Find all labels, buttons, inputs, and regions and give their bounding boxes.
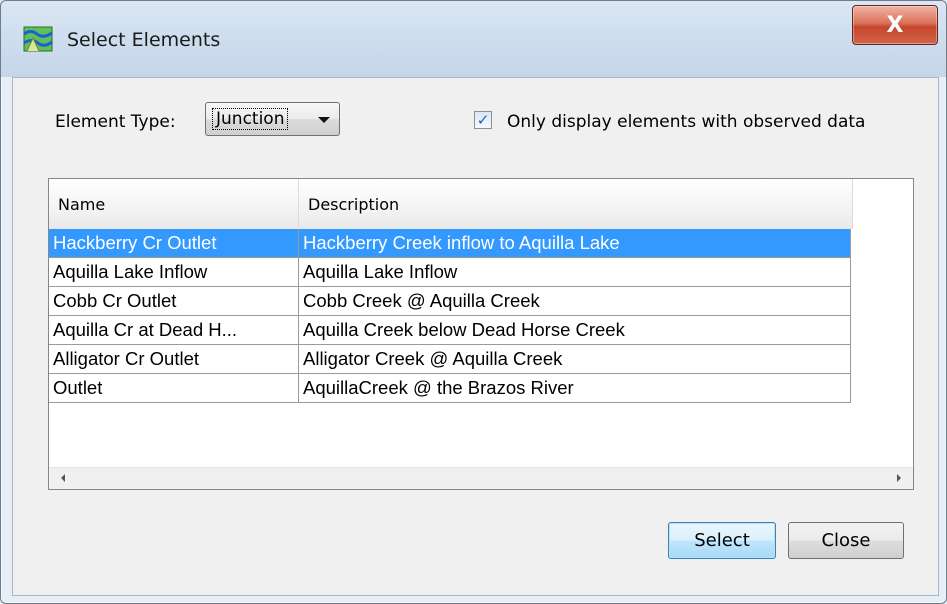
- element-type-label: Element Type:: [55, 112, 176, 132]
- scroll-left-icon[interactable]: [61, 474, 65, 482]
- element-type-value: Junction: [211, 108, 289, 130]
- row-name: Aquilla Cr at Dead H...: [49, 316, 299, 344]
- close-button[interactable]: Close: [788, 522, 904, 559]
- title-bar[interactable]: Select Elements X: [1, 1, 946, 77]
- row-name: Hackberry Cr Outlet: [49, 229, 299, 257]
- table-row[interactable]: Hackberry Cr Outlet Hackberry Creek infl…: [49, 229, 851, 258]
- table-row[interactable]: Cobb Cr Outlet Cobb Creek @ Aquilla Cree…: [49, 287, 851, 316]
- table-header: Name Description: [49, 179, 853, 229]
- select-elements-dialog: Select Elements X Element Type: Junction…: [0, 0, 947, 604]
- row-description: AquillaCreek @ the Brazos River: [299, 374, 851, 402]
- row-description: Alligator Creek @ Aquilla Creek: [299, 345, 851, 373]
- row-description: Hackberry Creek inflow to Aquilla Lake: [299, 229, 851, 257]
- observed-data-label[interactable]: Only display elements with observed data: [507, 112, 865, 132]
- window-close-button[interactable]: X: [852, 5, 938, 45]
- table-row[interactable]: Aquilla Cr at Dead H... Aquilla Creek be…: [49, 316, 851, 345]
- row-name: Cobb Cr Outlet: [49, 287, 299, 315]
- element-type-dropdown[interactable]: Junction: [205, 102, 340, 136]
- map-icon: [23, 26, 53, 52]
- window-title: Select Elements: [67, 29, 221, 51]
- column-header-description[interactable]: Description: [299, 179, 853, 229]
- dialog-body: Element Type: Junction ✓ Only display el…: [12, 77, 939, 596]
- row-description: Aquilla Lake Inflow: [299, 258, 851, 286]
- scroll-right-icon[interactable]: [897, 474, 901, 482]
- chevron-down-icon: [318, 117, 330, 123]
- column-header-name[interactable]: Name: [49, 179, 299, 229]
- row-name: Outlet: [49, 374, 299, 402]
- horizontal-scrollbar[interactable]: [49, 467, 913, 489]
- row-description: Aquilla Creek below Dead Horse Creek: [299, 316, 851, 344]
- observed-data-checkbox[interactable]: ✓: [474, 111, 492, 129]
- select-button[interactable]: Select: [668, 522, 776, 559]
- row-name: Aquilla Lake Inflow: [49, 258, 299, 286]
- table-body: Hackberry Cr Outlet Hackberry Creek infl…: [49, 229, 851, 403]
- elements-table: Name Description Hackberry Cr Outlet Hac…: [48, 178, 914, 490]
- row-description: Cobb Creek @ Aquilla Creek: [299, 287, 851, 315]
- checkmark-icon: ✓: [476, 111, 490, 129]
- table-row[interactable]: Aquilla Lake Inflow Aquilla Lake Inflow: [49, 258, 851, 287]
- row-name: Alligator Cr Outlet: [49, 345, 299, 373]
- close-icon: X: [886, 12, 904, 38]
- table-row[interactable]: Alligator Cr Outlet Alligator Creek @ Aq…: [49, 345, 851, 374]
- table-row[interactable]: Outlet AquillaCreek @ the Brazos River: [49, 374, 851, 403]
